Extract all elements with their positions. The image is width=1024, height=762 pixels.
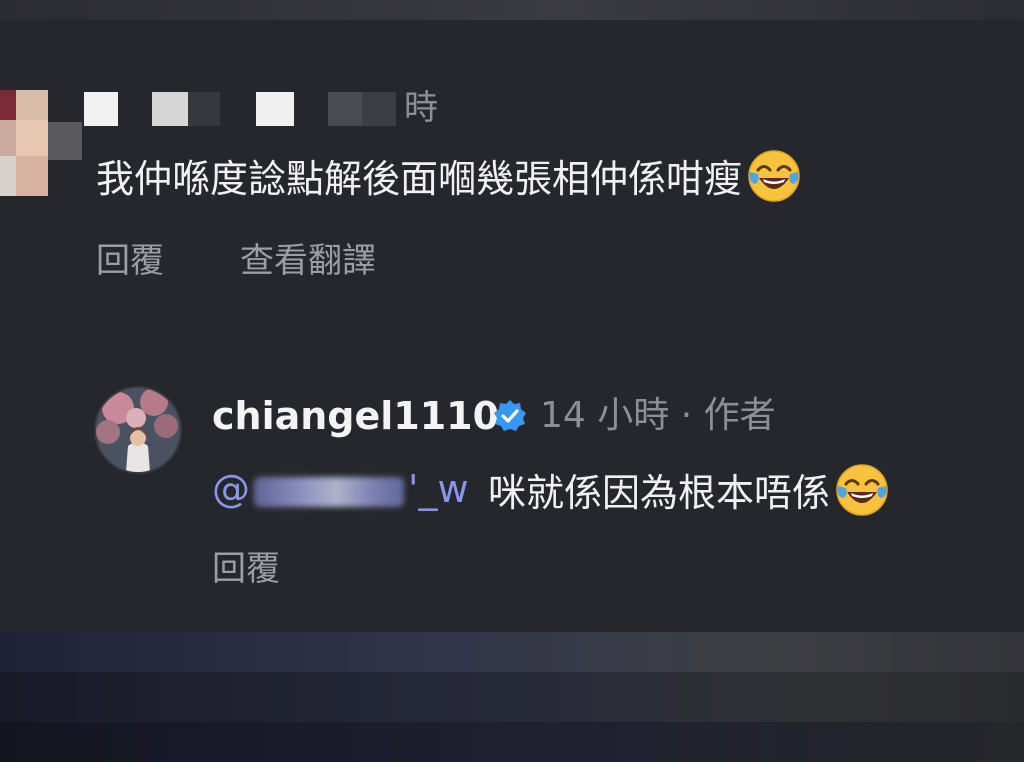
- avatar-mosaic-edge: [48, 122, 82, 160]
- face-with-tears-of-joy-icon: [746, 148, 802, 204]
- comment-text: 我仲喺度諗點解後面嗰幾張相仲係咁瘦: [96, 157, 743, 201]
- mention-suffix: '_w: [408, 467, 469, 511]
- reply-to-author-button[interactable]: 回覆: [212, 546, 280, 592]
- commenter-avatar[interactable]: [0, 90, 48, 196]
- background-below: [0, 632, 1024, 762]
- mention-link[interactable]: @ '_w: [212, 462, 469, 516]
- commenter-name-mosaic[interactable]: [84, 92, 404, 126]
- comment-time: 時: [404, 88, 438, 128]
- top-edge: [0, 0, 1024, 20]
- screenshot: 時 我仲喺度諗點解後面嗰幾張相仲係咁瘦 回覆 查看翻譯 chiangel1110…: [0, 0, 1024, 762]
- verified-badge-icon: [492, 398, 528, 434]
- reply-meta: 14 小時 · 作者: [540, 395, 776, 436]
- reply-text: 咪就係因為根本唔係: [488, 471, 831, 515]
- mention-blurred: [254, 476, 404, 507]
- face-with-tears-of-joy-icon: [834, 462, 890, 518]
- author-avatar[interactable]: [96, 388, 180, 472]
- see-translation-button[interactable]: 查看翻譯: [240, 238, 376, 284]
- author-username[interactable]: chiangel1110: [212, 390, 499, 442]
- comment-body: 我仲喺度諗點解後面嗰幾張相仲係咁瘦: [96, 148, 802, 209]
- reply-body: 咪就係因為根本唔係: [488, 462, 890, 520]
- reply-button[interactable]: 回覆: [96, 238, 164, 284]
- mention-prefix: @: [212, 467, 250, 511]
